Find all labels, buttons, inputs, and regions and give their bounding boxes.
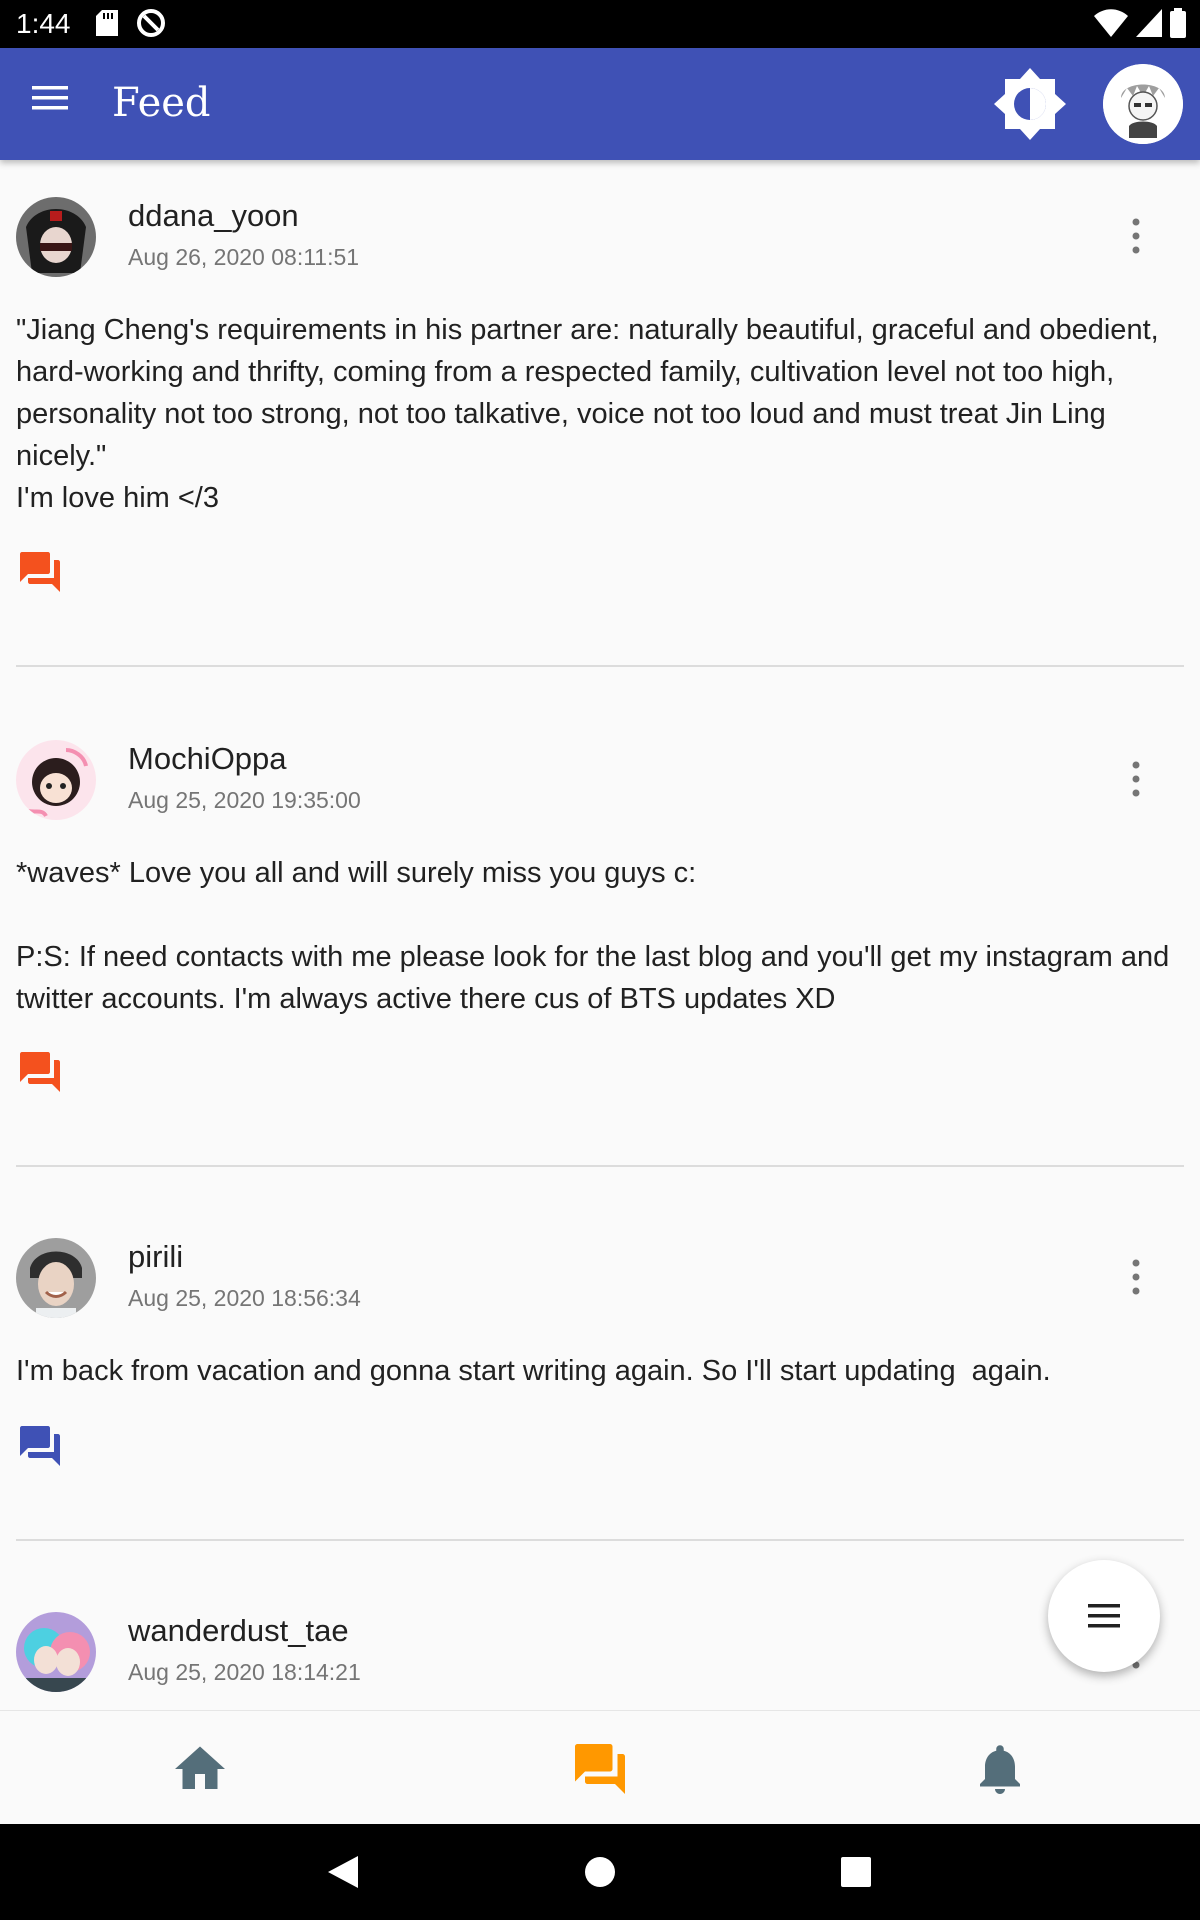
- post-text: "Jiang Cheng's requirements in his partn…: [16, 314, 1159, 514]
- comment-icon[interactable]: [16, 1422, 64, 1470]
- post-username[interactable]: ddana_yoon: [128, 198, 299, 234]
- tab-forum[interactable]: [570, 1739, 630, 1799]
- forum-icon: [575, 1744, 625, 1794]
- signal-icon: [1136, 9, 1162, 37]
- list-icon: [1088, 1604, 1120, 1628]
- post-timestamp: Aug 26, 2020 08:11:51: [128, 244, 360, 270]
- post-timestamp: Aug 25, 2020 19:35:00: [128, 787, 361, 813]
- home-icon: [175, 1746, 225, 1789]
- list-fab-button[interactable]: [1048, 1560, 1160, 1672]
- post-divider: [16, 665, 1184, 667]
- tab-notifications[interactable]: [970, 1739, 1030, 1799]
- feed-list: ddana_yoon Aug 26, 2020 08:11:51 "Jiang …: [0, 160, 1200, 1710]
- bottom-navigation: [0, 1710, 1200, 1825]
- system-navigation-bar: [0, 1824, 1200, 1920]
- status-time: 1:44: [16, 8, 71, 39]
- user-avatar[interactable]: [16, 740, 96, 820]
- home-nav-icon[interactable]: [576, 1848, 624, 1896]
- post-timestamp: Aug 25, 2020 18:56:34: [128, 1285, 361, 1311]
- brightness-icon[interactable]: [992, 66, 1068, 142]
- post-text: *waves* Love you all and will surely mis…: [16, 857, 1170, 1015]
- more-options-icon[interactable]: [1124, 759, 1148, 799]
- tab-home[interactable]: [170, 1739, 230, 1799]
- post-username[interactable]: MochiOppa: [128, 741, 287, 777]
- menu-icon[interactable]: [30, 84, 78, 124]
- profile-avatar[interactable]: [1103, 64, 1183, 144]
- user-avatar[interactable]: [16, 1238, 96, 1318]
- comment-icon[interactable]: [16, 548, 64, 596]
- more-options-icon[interactable]: [1124, 1257, 1148, 1297]
- post-divider: [16, 1539, 1184, 1541]
- back-icon[interactable]: [318, 1848, 366, 1896]
- post-timestamp: Aug 25, 2020 18:14:21: [128, 1659, 361, 1685]
- user-avatar[interactable]: [16, 197, 96, 277]
- app-bar: Feed: [0, 48, 1200, 160]
- comment-icon[interactable]: [16, 1048, 64, 1096]
- post-text: I'm back from vacation and gonna start w…: [16, 1355, 1051, 1387]
- post-username[interactable]: pirili: [128, 1239, 183, 1275]
- post-divider: [16, 1165, 1184, 1167]
- more-options-icon[interactable]: [1124, 216, 1148, 256]
- user-avatar[interactable]: [16, 1612, 96, 1692]
- page-title: Feed: [112, 80, 211, 126]
- wifi-icon: [1094, 9, 1128, 37]
- recents-icon[interactable]: [832, 1848, 880, 1896]
- sync-icon: [136, 8, 166, 43]
- status-bar: 1:44: [0, 0, 1200, 48]
- bell-icon: [980, 1745, 1020, 1794]
- post-username[interactable]: wanderdust_tae: [128, 1613, 349, 1649]
- sd-card-icon: [96, 10, 118, 41]
- battery-icon: [1170, 8, 1186, 38]
